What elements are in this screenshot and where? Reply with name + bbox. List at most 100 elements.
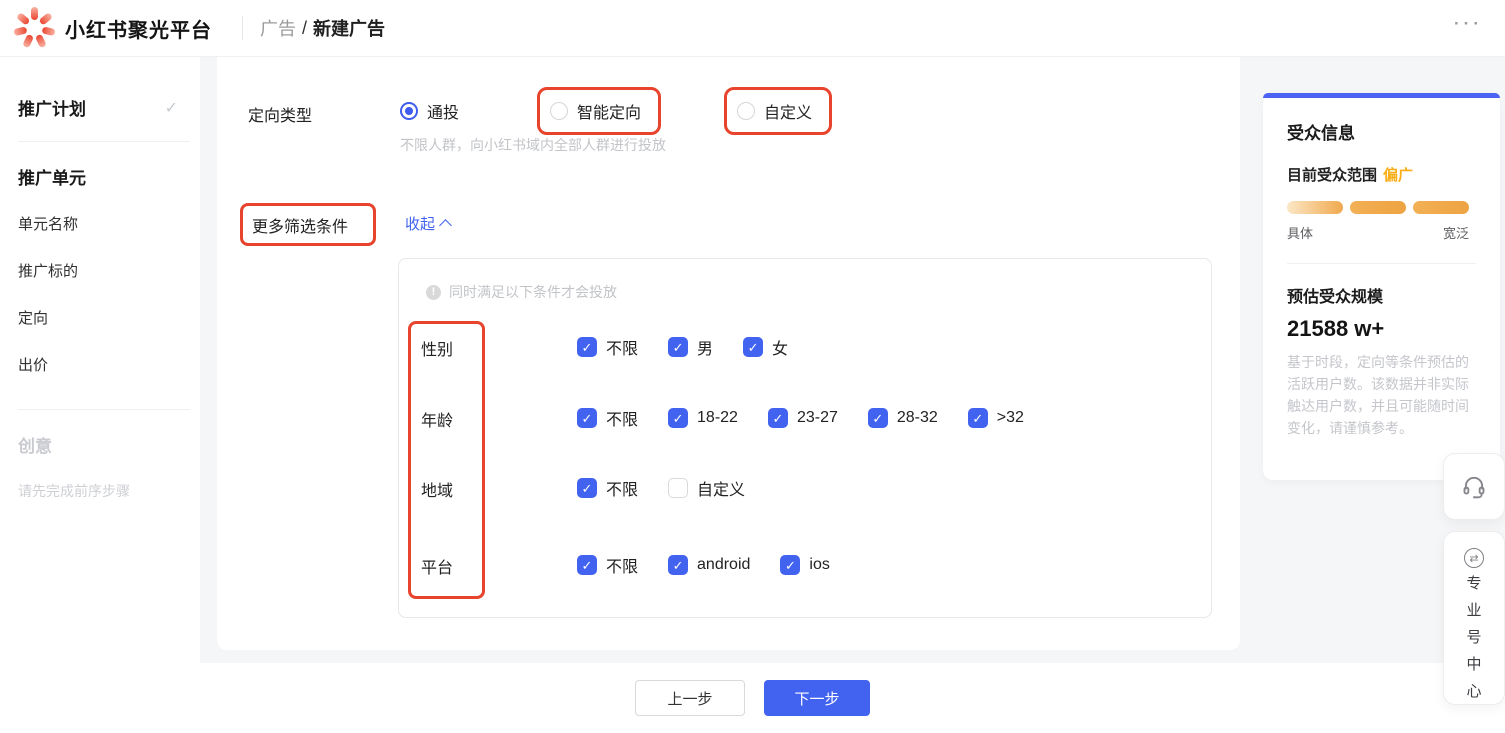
chevron-up-icon [439, 219, 452, 232]
filter-checkbox-option[interactable]: 18-22 [668, 408, 738, 428]
checkbox-icon[interactable] [768, 408, 788, 428]
next-step-button[interactable]: 下一步 [764, 680, 870, 716]
brand-title: 小红书聚光平台 [65, 14, 212, 43]
checkbox-icon[interactable] [577, 478, 597, 498]
filter-row-options: 不限 18-22 23-27 28-32 >32 [577, 404, 1024, 432]
filter-checkbox-option[interactable]: 不限 [577, 476, 638, 500]
checkbox-icon[interactable] [577, 555, 597, 575]
unit-step-title[interactable]: 推广单元 [18, 164, 200, 189]
range-meter-segment [1287, 201, 1343, 214]
scale-min-label: 具体 [1287, 223, 1313, 242]
filter-row: 平台 不限 android ios [399, 551, 1211, 579]
pro-center-char: 专 [1466, 570, 1481, 597]
filter-conditions-panel: ! 同时满足以下条件才会投放 性别 不限 男 女 年龄 不限 18-22 23-… [398, 258, 1212, 618]
range-meter-segment [1350, 201, 1406, 214]
targeting-options: 通投 智能定向 自定义 [400, 97, 1100, 125]
filter-row-options: 不限 android ios [577, 551, 830, 579]
checkbox-icon[interactable] [968, 408, 988, 428]
range-meter-segment [1413, 201, 1469, 214]
filter-checkbox-option[interactable]: android [668, 555, 750, 575]
audience-info-card: 受众信息 目前受众范围偏广 具体 宽泛 预估受众规模 21588 w+ 基于时段… [1263, 93, 1500, 480]
checkbox-icon[interactable] [577, 337, 597, 357]
filter-row: 年龄 不限 18-22 23-27 28-32 >32 [399, 404, 1211, 432]
sidebar-divider [18, 409, 190, 410]
targeting-form-card: 定向类型 通投 智能定向 自定义 不限人群，向小红书域内全部人群进行投放 更多筛… [217, 57, 1240, 650]
screen: 小红书聚光平台 广告 / 新建广告 ··· 推广计划 ✓ 推广单元 单元名称推广… [0, 0, 1505, 733]
filter-row: 性别 不限 男 女 [399, 333, 1211, 361]
checkbox-icon[interactable] [668, 555, 688, 575]
radio-label: 自定义 [764, 99, 812, 123]
filter-row-options: 不限 男 女 [577, 333, 788, 361]
filter-checkbox-option[interactable]: 男 [668, 335, 713, 359]
filter-checkbox-option[interactable]: 28-32 [868, 408, 938, 428]
checkbox-label: 男 [697, 335, 713, 359]
sidebar-item-plan[interactable]: 推广计划 ✓ [18, 95, 200, 120]
wizard-footer: 上一步 下一步 [0, 663, 1505, 733]
breadcrumb-separator: / [302, 18, 307, 39]
targeting-radio-option[interactable]: 通投 [400, 97, 459, 125]
filter-checkbox-option[interactable]: 不限 [577, 335, 638, 359]
checkbox-label: android [697, 556, 750, 574]
audience-title: 受众信息 [1287, 93, 1476, 144]
brand-logo-icon[interactable] [13, 7, 55, 49]
radio-label: 通投 [427, 99, 459, 123]
filter-row-label: 性别 [421, 336, 453, 360]
checkbox-icon[interactable] [780, 555, 800, 575]
pro-center-char: 中 [1466, 651, 1481, 678]
pro-center-char: 业 [1466, 597, 1481, 624]
plan-step-label: 推广计划 [18, 95, 86, 120]
sidebar-divider [18, 141, 190, 142]
filter-row: 地域 不限 自定义 [399, 474, 1211, 502]
sidebar-sub-item[interactable]: 出价 [18, 354, 200, 375]
radio-icon[interactable] [400, 102, 418, 120]
step-sidebar: 推广计划 ✓ 推广单元 单元名称推广标的定向出价 创意 请先完成前序步骤 [0, 57, 200, 733]
sidebar-unit-items: 单元名称推广标的定向出价 [18, 213, 200, 375]
creative-step-title: 创意 [18, 432, 200, 457]
sidebar-sub-item[interactable]: 定向 [18, 307, 200, 328]
filter-checkbox-option[interactable]: >32 [968, 408, 1024, 428]
scale-max-label: 宽泛 [1443, 223, 1469, 242]
checkbox-icon[interactable] [743, 337, 763, 357]
info-icon: ! [426, 285, 441, 300]
targeting-radio-option[interactable]: 自定义 [737, 97, 812, 125]
audience-range-row: 目前受众范围偏广 [1287, 164, 1476, 185]
panel-notice-text: 同时满足以下条件才会投放 [449, 282, 617, 302]
filter-checkbox-option[interactable]: 不限 [577, 553, 638, 577]
pro-center-char: 心 [1466, 678, 1481, 705]
filter-checkbox-option[interactable]: 自定义 [668, 476, 745, 500]
more-options-icon[interactable]: ··· [1454, 14, 1483, 34]
radio-icon[interactable] [737, 102, 755, 120]
audience-divider [1287, 263, 1476, 264]
filter-checkbox-option[interactable]: 不限 [577, 406, 638, 430]
checkbox-label: 18-22 [697, 409, 738, 427]
audience-scale-row: 具体 宽泛 [1287, 223, 1469, 242]
collapse-link[interactable]: 收起 [405, 213, 450, 234]
top-header: 小红书聚光平台 广告 / 新建广告 ··· [0, 0, 1505, 57]
targeting-type-label: 定向类型 [248, 102, 312, 126]
audience-range-meter [1287, 201, 1469, 214]
switch-icon: ⇄ [1464, 548, 1484, 568]
checkbox-label: 23-27 [797, 409, 838, 427]
targeting-radio-option[interactable]: 智能定向 [550, 97, 641, 125]
checkbox-icon[interactable] [577, 408, 597, 428]
more-filters-label: 更多筛选条件 [252, 213, 348, 237]
checkbox-label: 不限 [606, 553, 638, 577]
checkbox-icon[interactable] [668, 337, 688, 357]
breadcrumb-section[interactable]: 广告 [260, 15, 296, 41]
sidebar-sub-item[interactable]: 单元名称 [18, 213, 200, 234]
filter-checkbox-option[interactable]: 女 [743, 335, 788, 359]
collapse-label: 收起 [405, 213, 435, 234]
customer-support-button[interactable] [1443, 453, 1505, 520]
sidebar-sub-item[interactable]: 推广标的 [18, 260, 200, 281]
estimate-value: 21588 w+ [1287, 316, 1476, 342]
checkbox-icon[interactable] [868, 408, 888, 428]
pro-account-center-button[interactable]: ⇄ 专业号中心 [1443, 531, 1505, 705]
checkbox-icon[interactable] [668, 478, 688, 498]
radio-icon[interactable] [550, 102, 568, 120]
audience-range-value: 偏广 [1383, 167, 1413, 184]
filter-checkbox-option[interactable]: ios [780, 555, 829, 575]
checkbox-icon[interactable] [668, 408, 688, 428]
checkbox-label: 不限 [606, 335, 638, 359]
filter-checkbox-option[interactable]: 23-27 [768, 408, 838, 428]
previous-step-button[interactable]: 上一步 [635, 680, 745, 716]
